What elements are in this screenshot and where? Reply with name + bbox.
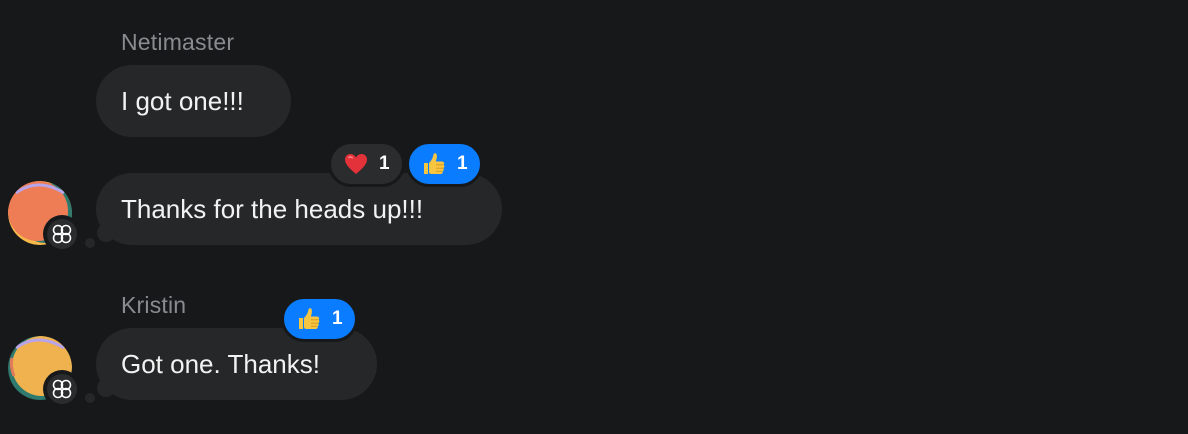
bubble-tail <box>97 379 115 397</box>
bubble-tail <box>85 393 95 403</box>
flower-icon <box>52 379 72 399</box>
bubble-tail <box>97 224 115 242</box>
sender-name: Kristin <box>121 292 187 318</box>
message-text: Got one. Thanks! <box>121 348 320 379</box>
flower-icon <box>52 224 72 244</box>
reaction-count: 1 <box>332 308 343 329</box>
app-badge <box>43 370 81 408</box>
message-bubble[interactable]: I got one!!! <box>96 65 291 137</box>
thumbs-up-emoji <box>296 306 322 332</box>
reaction-thumbs-up[interactable]: 1 <box>281 296 358 342</box>
reaction-count: 1 <box>379 153 390 174</box>
reaction-thumbs-up[interactable]: 1 <box>406 141 483 187</box>
message-text: I got one!!! <box>121 85 244 116</box>
message-text: Thanks for the heads up!!! <box>121 193 424 224</box>
app-badge <box>43 215 81 253</box>
bubble-tail <box>85 238 95 248</box>
reaction-heart[interactable]: 1 <box>328 141 405 187</box>
heart-emoji <box>343 151 369 177</box>
reaction-count: 1 <box>457 153 468 174</box>
thumbs-up-emoji <box>421 151 447 177</box>
sender-name: Netimaster <box>121 29 235 55</box>
